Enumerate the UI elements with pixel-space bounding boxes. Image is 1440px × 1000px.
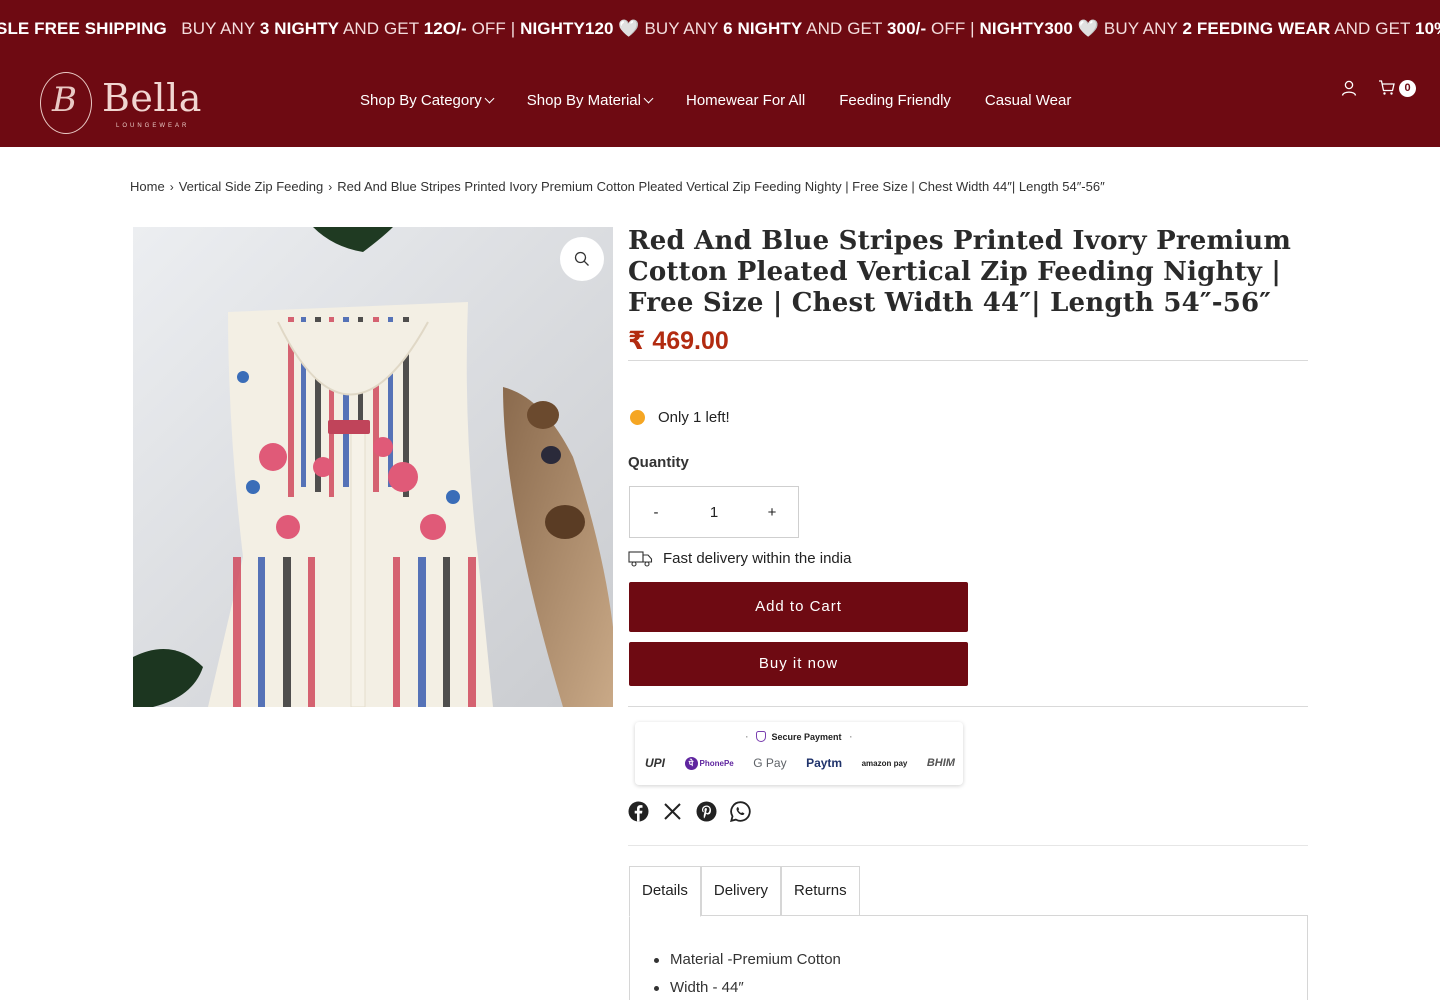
paytm-logo: Paytm [806,756,843,770]
announcement-segment: OFF | [926,19,980,38]
announcement-segment: 12O/- [423,19,467,38]
zoom-button[interactable] [560,237,604,281]
announcement-segment: AND GET [339,19,424,38]
product-title: Red And Blue Stripes Printed Ivory Premi… [628,226,1292,318]
nav-homewear-for-all[interactable]: Homewear For All [686,92,805,109]
secure-payment-card: · Secure Payment · UPI पे PhonePe G Pay Pay… [635,722,963,785]
announcement-segment: 🤍 BUY ANY [613,19,724,38]
chevron-right-icon: › [328,179,333,194]
stock-status: Only 1 left! [630,409,730,426]
announcement-segment: AND GET [1330,19,1416,38]
main-nav: Shop By Category Shop By Material Homewe… [360,92,1105,109]
announcement-segment: 3 NIGHTY [259,19,340,38]
bhim-logo: BHIM [926,757,955,769]
gpay-logo: G Pay [753,756,787,770]
payment-logos: UPI पे PhonePe G Pay Paytm amazon pay BHI… [645,756,955,770]
announcement-segment: 10% OF [1415,19,1440,38]
nav-label: Feeding Friendly [839,92,951,109]
quantity-increase-button[interactable]: + [766,504,778,521]
announcement-segment: 6 NIGHTY [723,19,803,38]
quantity-decrease-button[interactable]: - [650,504,662,521]
nav-label: Shop By Category [360,92,482,109]
add-to-cart-button[interactable]: Add to Cart [629,582,968,632]
phonepe-label: PhonePe [699,758,734,768]
nav-feeding-friendly[interactable]: Feeding Friendly [839,92,951,109]
pinterest-icon[interactable] [696,801,717,822]
announcement-segment: 300/- [886,19,927,38]
announcement-segment: 2 FEEDING WEAR [1182,19,1331,38]
chevron-down-icon [484,93,495,104]
delivery-info: Fast delivery within the india [628,550,851,567]
breadcrumb-collection[interactable]: Vertical Side Zip Feeding [179,179,324,194]
breadcrumb-home[interactable]: Home [130,179,165,194]
site-header: B Bella LOUNGEWEAR Shop By Category Shop… [0,58,1440,147]
announcement-segment: OFF | [466,19,521,38]
facebook-icon[interactable] [628,801,649,822]
announcement-text: SLE FREE SHIPPING BUY ANY 3 NIGHTY AND G… [0,19,1440,39]
product-price: ₹ 469.00 [628,327,729,355]
details-list: Material -Premium Cotton Width - 44″ [654,951,841,1000]
quantity-stepper: - 1 + [629,486,799,538]
nav-casual-wear[interactable]: Casual Wear [985,92,1071,109]
nav-label: Shop By Material [526,92,641,109]
announcement-segment: 🤍 BUY ANY [1073,19,1183,38]
divider [628,360,1308,361]
social-share [628,801,764,822]
announcement-segment: BUY ANY [166,19,260,38]
quantity-label: Quantity [628,454,689,471]
zoom-icon [574,251,589,266]
chevron-down-icon [643,93,654,104]
nav-label: Casual Wear [984,92,1072,109]
nav-shop-by-material[interactable]: Shop By Material [526,92,654,109]
quantity-value[interactable]: 1 [710,504,718,521]
tab-returns[interactable]: Returns [781,866,860,916]
logo[interactable]: B Bella LOUNGEWEAR [40,72,202,136]
logo-text: Bella [102,76,202,120]
user-icon[interactable] [1340,79,1358,97]
cart-count-badge: 0 [1399,80,1416,97]
x-icon[interactable] [662,801,683,822]
announcement-segment: NIGHTY300 [979,19,1073,38]
stock-dot-icon [630,410,645,425]
shield-icon [756,731,767,742]
secure-payment-heading: · Secure Payment · [745,731,853,742]
divider [628,706,1308,707]
stock-text: Only 1 left! [658,409,730,426]
upi-logo: UPI [645,756,666,770]
announcement-bar: SLE FREE SHIPPING BUY ANY 3 NIGHTY AND G… [0,0,1440,58]
announcement-segment: NIGHTY120 [520,19,614,38]
announcement-segment: AND GET [802,19,887,38]
cart-button[interactable]: 0 [1378,79,1418,97]
breadcrumb: Home › Vertical Side Zip Feeding › Red A… [130,179,1105,194]
product-tabs: Details Delivery Returns [629,866,860,917]
nav-label: Homewear For All [685,92,806,109]
tab-delivery[interactable]: Delivery [700,866,782,916]
delivery-text: Fast delivery within the india [663,550,852,567]
list-item: Width - 44″ [654,979,841,1000]
list-item: Material -Premium Cotton [654,951,841,979]
nav-shop-by-category[interactable]: Shop By Category [360,92,495,109]
cart-icon [1379,80,1395,95]
buy-now-button[interactable]: Buy it now [629,642,968,686]
secure-payment-label: Secure Payment [771,732,842,742]
product-image[interactable] [133,227,613,707]
amazon-pay-logo: amazon pay [861,758,908,768]
whatsapp-icon[interactable] [730,801,751,822]
header-icons: 0 [1340,79,1418,97]
breadcrumb-current: Red And Blue Stripes Printed Ivory Premi… [337,179,1105,194]
phonepe-logo: पे PhonePe [684,756,734,770]
divider [628,845,1308,846]
product-photo [133,227,613,707]
chevron-right-icon: › [169,179,174,194]
tab-details[interactable]: Details [629,866,701,917]
logo-subtext: LOUNGEWEAR [116,123,190,129]
logo-monogram: B [52,80,77,120]
truck-icon [628,551,653,567]
announcement-segment: SLE FREE SHIPPING [0,19,167,38]
